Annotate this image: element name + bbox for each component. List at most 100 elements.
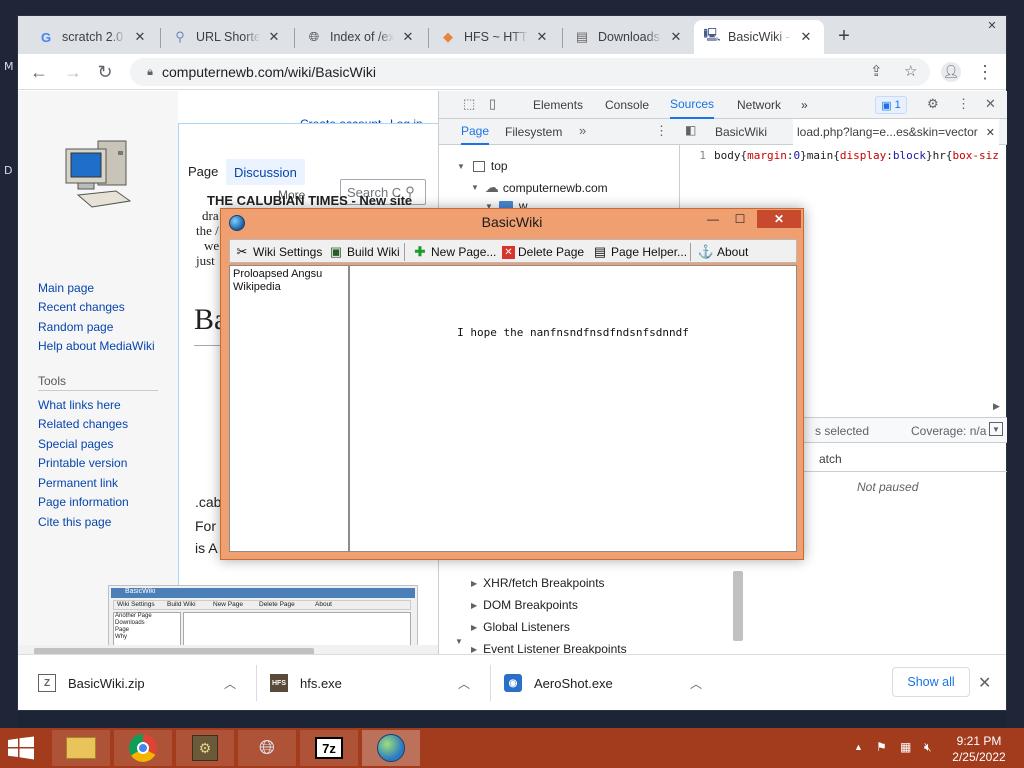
tool-related-changes[interactable]: Related changes (38, 417, 128, 431)
horizontal-scrollbar[interactable] (18, 645, 438, 654)
tool-special-pages[interactable]: Special pages (38, 437, 113, 451)
profile-avatar-icon[interactable]: 👤︎ (938, 59, 964, 85)
wiki-logo-computer-icon[interactable] (58, 131, 138, 213)
global-listeners-section[interactable]: ▶ Global Listeners (471, 620, 570, 634)
new-tab-button[interactable]: + (830, 22, 858, 50)
close-button[interactable]: ✕ (757, 210, 801, 228)
tab-elements[interactable]: Elements (533, 91, 583, 119)
chevron-up-icon[interactable]: ︿ (690, 675, 702, 692)
device-toolbar-icon[interactable]: ▯ (489, 96, 496, 112)
taskbar-basicwiki[interactable] (362, 730, 420, 766)
volume-muted-icon[interactable]: 🔇︎ (924, 740, 932, 755)
subtab-page[interactable]: Page (461, 119, 490, 145)
download-item-aeroshot[interactable]: ◉ AeroShot.exe (504, 667, 613, 699)
close-icon[interactable]: ✕ (978, 673, 991, 693)
watch-section[interactable]: atch (819, 452, 842, 466)
show-all-button[interactable]: Show all (892, 667, 970, 697)
file-tab-basicwiki[interactable]: BasicWiki (715, 119, 767, 145)
build-wiki-button[interactable]: ▣ Build Wiki (328, 243, 400, 261)
toggle-navigator-icon[interactable]: ◧ (685, 123, 696, 137)
new-page-button[interactable]: ✚ New Page... (412, 243, 497, 261)
wiki-settings-button[interactable]: ✂ Wiki Settings (234, 243, 323, 261)
menu-kebab-icon[interactable]: ⋮ (957, 96, 970, 112)
gear-icon[interactable]: ⚙ (927, 96, 939, 112)
tool-cite-this-page[interactable]: Cite this page (38, 515, 111, 529)
tool-page-information[interactable]: Page information (38, 495, 129, 509)
page-content-view[interactable]: I hope the nanfnsndfnsdfndsnfsdnndf (349, 265, 797, 552)
tab-page[interactable]: Page (180, 159, 227, 185)
page-helper-button[interactable]: ▤ Page Helper... (592, 243, 687, 261)
basicwiki-titlebar[interactable]: BasicWiki — ☐ ✕ (221, 209, 803, 237)
browser-tab[interactable]: G scratch 2.0 d ✕ (28, 20, 158, 54)
window-close-button[interactable]: ✕ (978, 16, 1006, 34)
action-center-flag-icon[interactable]: ⚑ (876, 740, 887, 754)
network-icon[interactable]: ▦ (900, 740, 911, 754)
page-list[interactable]: Proloapsed Angsu Wikipedia (229, 265, 349, 552)
scroll-right-arrow-icon[interactable]: ▶ (993, 401, 1000, 412)
inspect-element-icon[interactable]: ⬚ (463, 96, 475, 112)
tab-sources[interactable]: Sources (670, 91, 715, 119)
close-icon[interactable]: ✕ (534, 29, 550, 45)
nav-main-page[interactable]: Main page (38, 281, 94, 295)
taskbar-file-explorer[interactable] (52, 730, 110, 766)
issues-badge[interactable]: ▣ 1 (875, 96, 907, 114)
page-list-item[interactable]: Proloapsed Angsu (233, 268, 322, 280)
browser-tab[interactable]: ▤ Downloads ✕ (564, 20, 694, 54)
nav-random-page[interactable]: Random page (38, 320, 113, 334)
scroll-down-arrow-icon[interactable]: ▼ (455, 637, 463, 646)
file-tab-load-php[interactable]: load.php?lang=e...es&skin=vector ✕ (793, 119, 1000, 145)
nav-recent-changes[interactable]: Recent changes (38, 300, 125, 314)
dom-breakpoints-section[interactable]: ▶ DOM Breakpoints (471, 598, 578, 612)
back-icon[interactable]: ← (26, 59, 52, 85)
close-icon[interactable]: ✕ (132, 29, 148, 45)
minimize-button[interactable]: — (701, 210, 725, 228)
taskbar-7zip[interactable]: 7z (300, 730, 358, 766)
tool-what-links-here[interactable]: What links here (38, 398, 121, 412)
tool-permanent-link[interactable]: Permanent link (38, 476, 118, 490)
coverage-toggle-icon[interactable]: ▼ (989, 422, 1003, 436)
clock-date[interactable]: 2/25/2022 (948, 750, 1010, 764)
tree-item-top[interactable]: ▼ top (457, 159, 508, 173)
reload-icon[interactable]: ↻ (92, 59, 118, 85)
close-icon[interactable]: ✕ (668, 29, 684, 45)
clock-time[interactable]: 9:21 PM (948, 734, 1010, 748)
taskbar-chrome[interactable] (114, 730, 172, 766)
chevron-up-icon[interactable]: ︿ (224, 675, 236, 692)
chevron-up-icon[interactable]: ︿ (458, 675, 470, 692)
windows-start-icon[interactable] (6, 736, 36, 760)
close-icon[interactable]: ✕ (266, 29, 282, 45)
tab-console[interactable]: Console (605, 91, 649, 119)
browser-tab[interactable]: ◆ HFS ~ HTTP ✕ (430, 20, 560, 54)
maximize-button[interactable]: ☐ (727, 210, 753, 228)
forward-icon[interactable]: → (60, 59, 86, 85)
nav-help[interactable]: Help about MediaWiki (38, 339, 155, 353)
browser-tab-active[interactable]: 🖳︎ BasicWiki - C ✕ (694, 20, 824, 54)
tray-overflow-icon[interactable]: ▲ (854, 742, 863, 752)
download-item-hfs[interactable]: HFS hfs.exe (270, 667, 342, 699)
close-icon[interactable]: ✕ (985, 96, 996, 112)
delete-page-button[interactable]: ✕ Delete Page (502, 243, 584, 261)
vertical-scrollbar-thumb[interactable] (733, 571, 743, 641)
subtab-filesystem[interactable]: Filesystem (505, 119, 562, 145)
bookmark-star-icon[interactable]: ☆ (904, 62, 917, 80)
taskbar-app-3[interactable]: ⚙ (176, 730, 234, 766)
browser-tab[interactable]: 🌐︎ Index of /exc ✕ (296, 20, 426, 54)
tool-printable-version[interactable]: Printable version (38, 456, 127, 470)
close-icon[interactable]: ✕ (798, 29, 814, 45)
more-chevron-icon[interactable]: » (579, 123, 586, 138)
tab-network[interactable]: Network (737, 91, 781, 119)
page-list-item[interactable]: Wikipedia (233, 281, 281, 293)
browser-tab[interactable]: ⚲ URL Shorten ✕ (162, 20, 292, 54)
about-button[interactable]: ⚓ About (698, 243, 748, 261)
download-item-basicwiki[interactable]: Z BasicWiki.zip (38, 667, 145, 699)
more-tabs-chevron[interactable]: » (801, 91, 808, 119)
menu-kebab-icon[interactable]: ⋮ (655, 123, 668, 139)
xhr-breakpoints-section[interactable]: ▶ XHR/fetch Breakpoints (471, 576, 605, 590)
close-icon[interactable]: ✕ (400, 29, 416, 45)
taskbar-app-4[interactable]: 🌐︎ (238, 730, 296, 766)
address-bar[interactable]: 🔒︎ computernewb.com/wiki/BasicWiki ⇪ ☆ (130, 58, 930, 86)
tab-discussion[interactable]: Discussion (226, 159, 305, 185)
close-icon[interactable]: ✕ (986, 126, 995, 139)
tree-item-domain[interactable]: ▼ ☁ computernewb.com (471, 179, 608, 196)
share-icon[interactable]: ⇪ (870, 62, 883, 80)
